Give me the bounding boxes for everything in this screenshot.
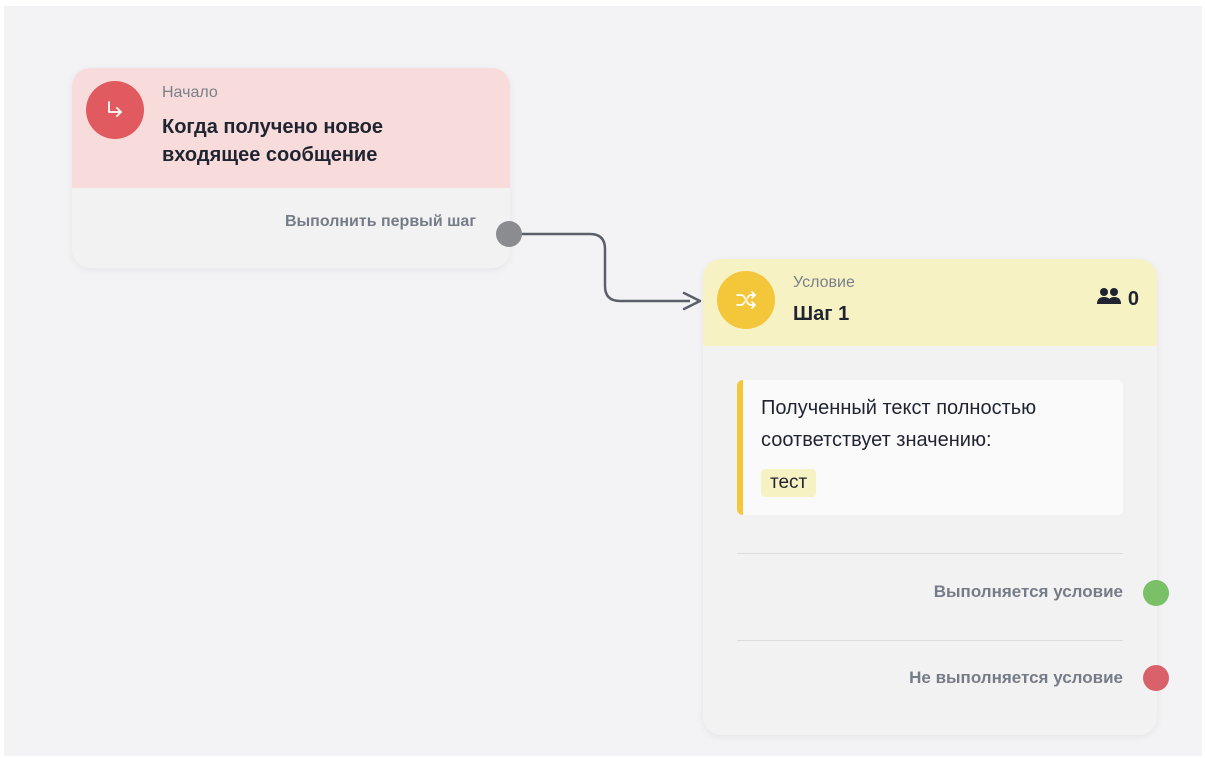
start-node-card[interactable]: Начало Когда получено новое входящее соо… bbox=[72, 68, 510, 268]
condition-rule-value: тест bbox=[761, 469, 817, 497]
condition-false-port[interactable] bbox=[1143, 665, 1169, 691]
condition-node-header: Условие Шаг 1 0 bbox=[703, 259, 1157, 346]
condition-node-type: Условие bbox=[793, 274, 855, 291]
divider bbox=[737, 553, 1123, 554]
start-node-title: Когда получено новое входящее сообщение bbox=[162, 116, 383, 166]
start-node-type: Начало bbox=[162, 84, 218, 101]
arrow-turn-right-icon bbox=[86, 81, 144, 139]
condition-rule[interactable]: Полученный текст полностью соответствует… bbox=[737, 380, 1123, 515]
start-node-header: Начало Когда получено новое входящее соо… bbox=[72, 68, 510, 188]
condition-true-port[interactable] bbox=[1143, 580, 1169, 606]
start-node-output-label: Выполнить первый шаг bbox=[284, 213, 476, 230]
users-count-badge: 0 bbox=[1096, 287, 1139, 311]
condition-node-card[interactable]: Условие Шаг 1 0 Полученный текст полност… bbox=[703, 259, 1157, 735]
condition-node-title: Шаг 1 bbox=[793, 303, 850, 325]
condition-rule-text: Полученный текст полностью соответствует… bbox=[761, 397, 1037, 451]
users-icon bbox=[1096, 287, 1122, 311]
condition-true-label: Выполняется условие bbox=[933, 582, 1123, 601]
divider bbox=[737, 640, 1123, 641]
shuffle-icon bbox=[717, 271, 775, 329]
condition-false-label: Не выполняется условие bbox=[909, 668, 1123, 687]
users-count: 0 bbox=[1127, 287, 1139, 310]
start-node-output-port[interactable] bbox=[496, 221, 522, 247]
